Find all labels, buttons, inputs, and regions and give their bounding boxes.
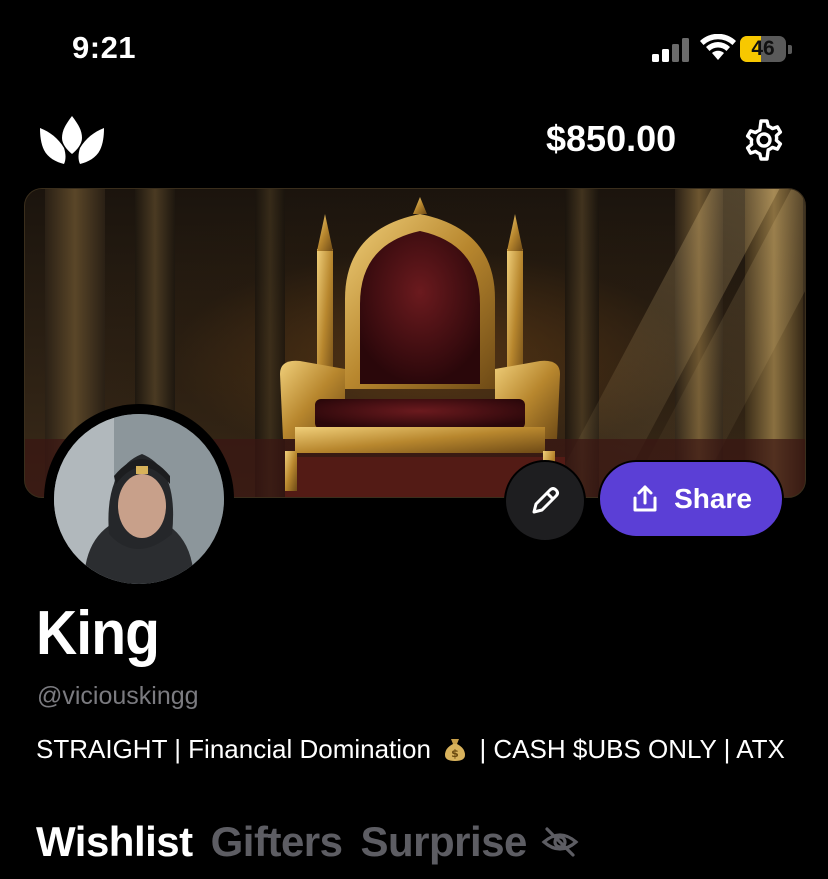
profile-name: King [36,599,160,668]
svg-text:$: $ [451,747,459,760]
battery-percent: 46 [751,37,775,60]
money-bag-icon: $ [445,739,466,761]
settings-gear-icon[interactable] [742,118,786,162]
battery-indicator: 46 [740,36,794,64]
wifi-icon [700,34,736,60]
wallet-balance[interactable]: $850.00 [546,118,676,160]
crown-logo-icon[interactable] [38,114,106,166]
status-time: 9:21 [72,30,137,65]
profile-bio: STRAIGHT | Financial Domination $ | CASH… [36,732,796,766]
edit-profile-button[interactable] [504,460,586,542]
avatar-person-illustration [54,414,224,584]
profile-avatar[interactable] [54,414,224,584]
share-button-label: Share [674,483,752,514]
cellular-signal-icon [652,38,689,62]
profile-handle: @viciouskingg [37,682,199,710]
tab-wishlist[interactable]: Wishlist [36,818,193,866]
eye-off-icon[interactable] [541,823,579,861]
pencil-icon [532,487,559,514]
tab-surprise[interactable]: Surprise [361,818,528,866]
bio-text-part2: | CASH $UBS ONLY | ATX [479,734,785,764]
tab-gifters[interactable]: Gifters [211,818,343,866]
share-button[interactable]: Share [598,460,784,538]
profile-tabs: Wishlist Gifters Surprise [36,818,579,866]
share-upload-icon [633,485,657,512]
bio-text-part1: STRAIGHT | Financial Domination [36,734,431,764]
